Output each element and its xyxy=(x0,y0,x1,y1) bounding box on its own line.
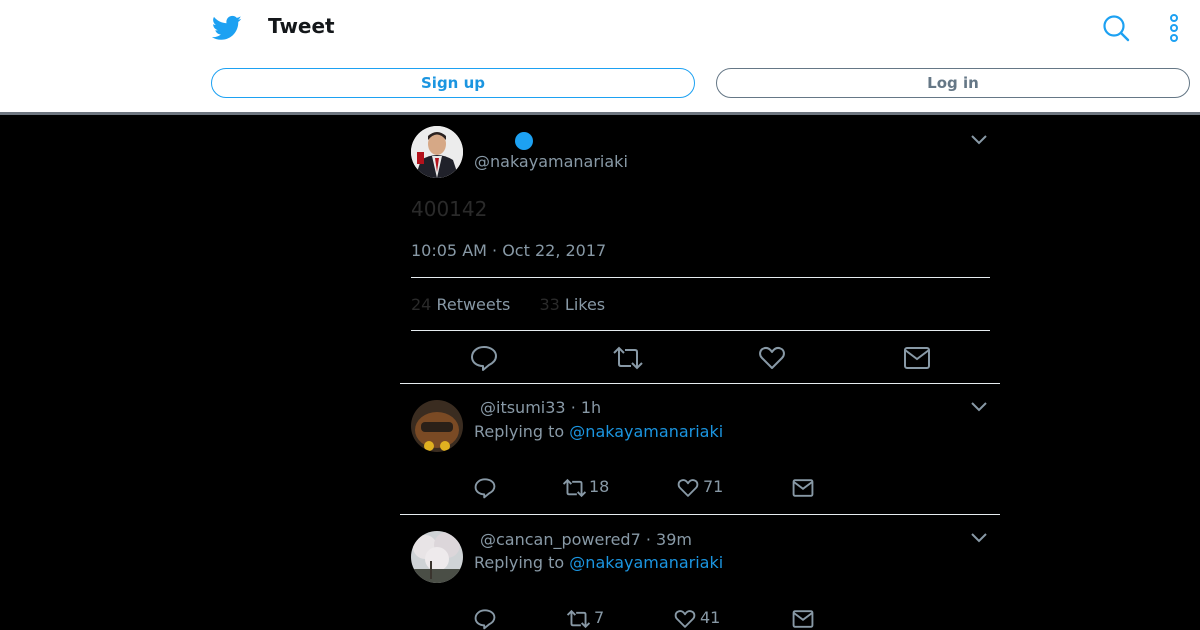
verified-badge xyxy=(515,132,533,150)
reply-icon[interactable] xyxy=(474,608,496,630)
replying-to: Replying to @nakayamanariaki xyxy=(474,553,723,572)
avatar[interactable] xyxy=(411,531,463,583)
retweets-label: Retweets xyxy=(436,295,511,314)
reply-handle[interactable]: @itsumi33 xyxy=(480,398,566,417)
retweets-stat[interactable]: 24 Retweets xyxy=(411,295,515,314)
more-vertical-icon[interactable] xyxy=(1164,14,1184,42)
top-header: Tweet Sign up Log in xyxy=(0,0,1200,112)
replying-to: Replying to @nakayamanariaki xyxy=(474,422,723,441)
replying-to-label: Replying to xyxy=(474,422,565,441)
avatar[interactable] xyxy=(411,126,463,178)
likes-label: Likes xyxy=(564,295,606,314)
message-icon[interactable] xyxy=(792,477,814,499)
replying-to-link[interactable]: @nakayamanariaki xyxy=(569,422,723,441)
tweet-timestamp[interactable]: 10:05 AM · Oct 22, 2017 xyxy=(411,241,606,260)
log-in-button[interactable]: Log in xyxy=(716,68,1190,98)
chevron-down-icon[interactable] xyxy=(971,402,987,412)
reply-tweet[interactable]: @cancan_powered7 · 39m Replying to @naka… xyxy=(400,515,1000,630)
reply-time[interactable]: · 1h xyxy=(571,398,602,417)
sign-up-button[interactable]: Sign up xyxy=(211,68,695,98)
reply-header: @cancan_powered7 · 39m xyxy=(480,530,692,549)
tweet-stats: 24 Retweets 33 Likes xyxy=(411,295,605,314)
retweet-icon[interactable] xyxy=(612,344,644,372)
divider xyxy=(411,277,990,278)
message-icon[interactable] xyxy=(903,344,931,372)
tweet-text: 400142 xyxy=(411,197,488,221)
replying-to-link[interactable]: @nakayamanariaki xyxy=(569,553,723,572)
header-divider xyxy=(0,112,1200,115)
chevron-down-icon[interactable] xyxy=(971,533,987,543)
reply-icon[interactable] xyxy=(470,344,498,372)
author-handle[interactable]: @nakayamanariaki xyxy=(474,152,628,171)
reply-icon[interactable] xyxy=(474,477,496,499)
retweet-icon[interactable] xyxy=(566,608,591,630)
retweet-icon[interactable] xyxy=(562,477,587,499)
avatar-photo xyxy=(411,531,463,583)
page-title: Tweet xyxy=(268,14,335,38)
retweet-count: 18 xyxy=(589,477,610,496)
like-count: 41 xyxy=(700,608,721,627)
like-count: 71 xyxy=(703,477,724,496)
twitter-bird-icon[interactable] xyxy=(212,13,242,43)
message-icon[interactable] xyxy=(792,608,814,630)
reply-tweet[interactable]: @itsumi33 · 1h Replying to @nakayamanari… xyxy=(400,384,1000,515)
retweet-count: 7 xyxy=(594,608,605,627)
like-icon[interactable] xyxy=(677,477,699,499)
divider xyxy=(411,330,990,331)
avatar-photo xyxy=(411,400,463,452)
likes-stat[interactable]: 33 Likes xyxy=(539,295,605,314)
replying-to-label: Replying to xyxy=(474,553,565,572)
likes-count: 33 xyxy=(539,295,560,314)
reply-header: @itsumi33 · 1h xyxy=(480,398,601,417)
like-icon[interactable] xyxy=(674,608,696,630)
avatar-photo xyxy=(411,126,463,178)
reply-handle[interactable]: @cancan_powered7 xyxy=(480,530,641,549)
chevron-down-icon[interactable] xyxy=(971,135,987,145)
retweets-count: 24 xyxy=(411,295,432,314)
like-icon[interactable] xyxy=(758,344,786,372)
search-icon[interactable] xyxy=(1102,14,1130,42)
reply-time[interactable]: · 39m xyxy=(646,530,692,549)
avatar[interactable] xyxy=(411,400,463,452)
